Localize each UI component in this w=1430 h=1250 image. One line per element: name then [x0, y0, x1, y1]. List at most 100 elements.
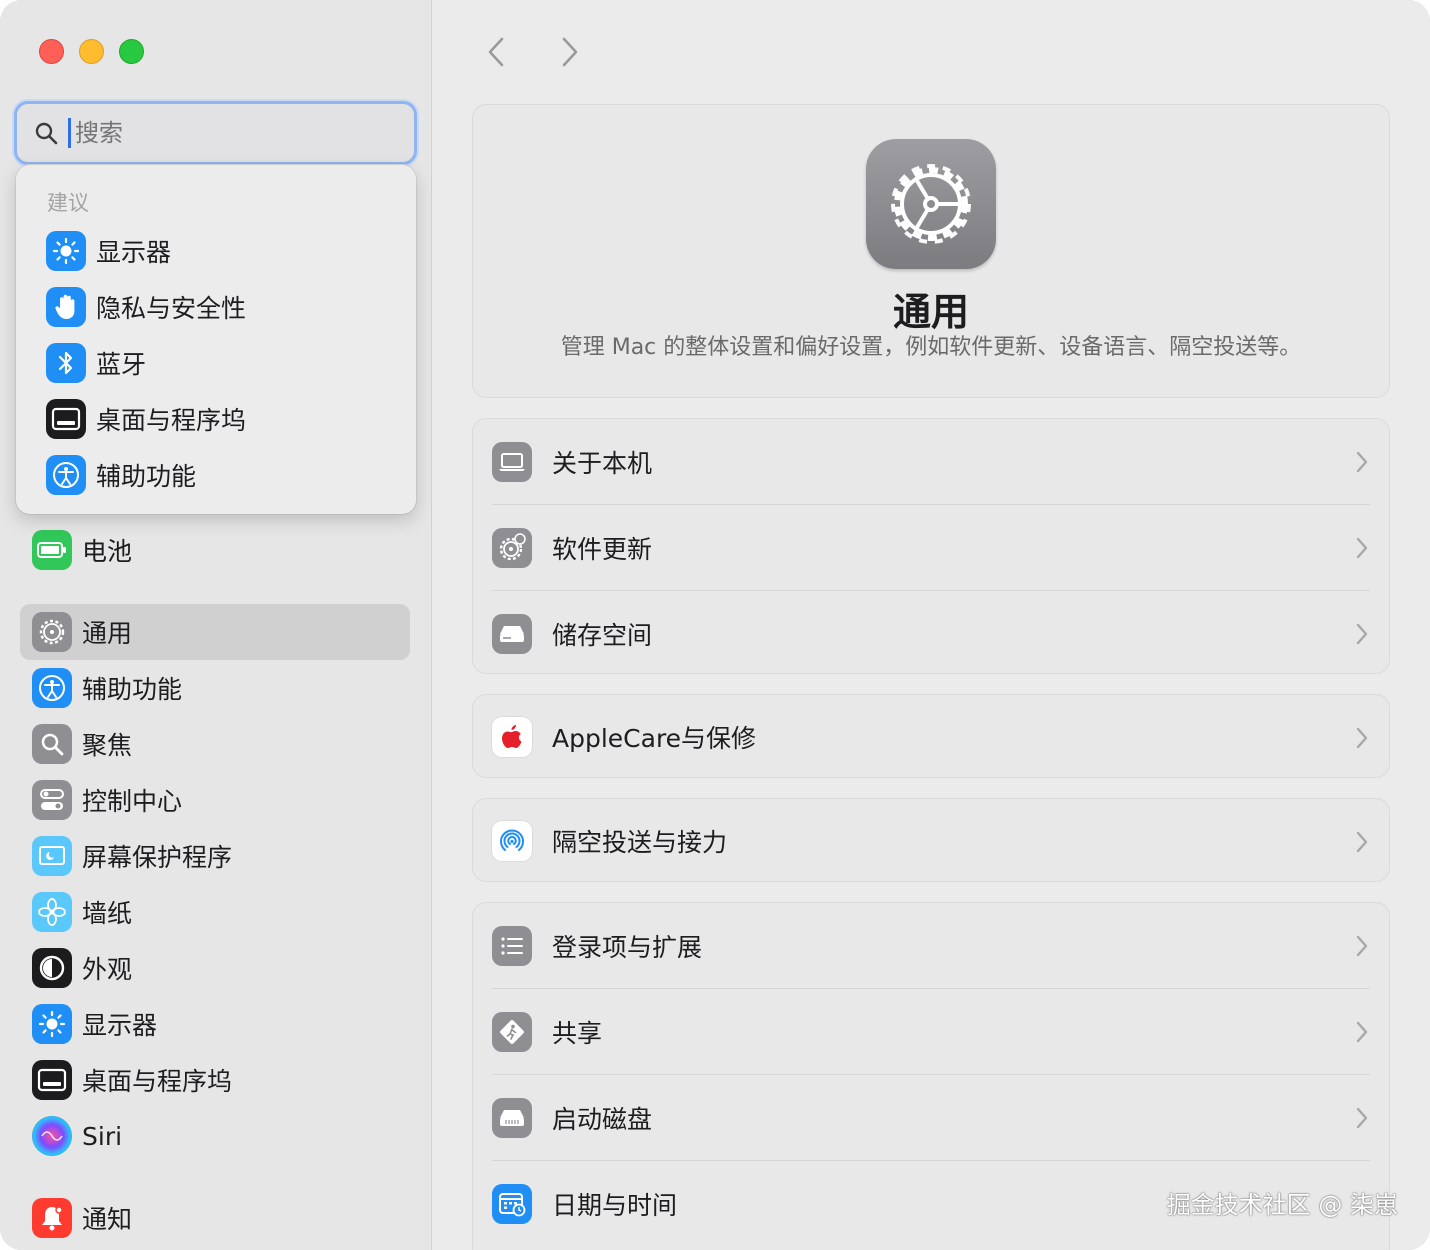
- sidebar-item-siri[interactable]: Siri: [32, 1112, 402, 1160]
- sidebar-item-wallpaper[interactable]: 墙纸: [32, 888, 402, 936]
- list-icon: [492, 926, 532, 966]
- minimize-button[interactable]: [79, 39, 104, 64]
- apple-icon: [492, 717, 532, 757]
- row-label: 软件更新: [552, 535, 653, 564]
- search-field[interactable]: [14, 101, 417, 165]
- suggestions-heading: 建议: [47, 191, 89, 215]
- suggestion-desktop-dock[interactable]: 桌面与程序坞: [46, 395, 246, 443]
- gear-icon: [32, 612, 72, 652]
- dock-icon: [46, 399, 86, 439]
- forward-button[interactable]: [550, 32, 590, 72]
- gear-badge-icon: [492, 528, 532, 568]
- sidebar-item-battery[interactable]: 电池: [32, 526, 402, 574]
- chevron-right-icon: [1356, 537, 1368, 559]
- main-content: 通用 管理 Mac 的整体设置和偏好设置，例如软件更新、设备语言、隔空投送等。 …: [432, 0, 1430, 1250]
- back-button[interactable]: [476, 32, 516, 72]
- settings-window: 电池 通用 辅助功能 聚焦 控制中心: [0, 0, 1430, 1250]
- row-login-items[interactable]: 登录项与扩展: [473, 903, 1389, 989]
- sidebar-item-control-center[interactable]: 控制中心: [32, 776, 402, 824]
- row-label: 储存空间: [552, 621, 653, 650]
- suggestion-label: 隐私与安全性: [96, 294, 247, 323]
- chevron-left-icon: [488, 37, 504, 67]
- search-suggestions: 建议 显示器 隐私与安全性 蓝牙 桌面与程序坞 辅助功能: [16, 165, 416, 514]
- sidebar: 电池 通用 辅助功能 聚焦 控制中心: [0, 0, 432, 1250]
- suggestion-privacy-security[interactable]: 隐私与安全性: [46, 283, 246, 331]
- sidebar-item-label: Siri: [82, 1121, 123, 1151]
- chevron-right-icon: [1356, 623, 1368, 645]
- sidebar-item-label: 显示器: [82, 1011, 158, 1040]
- drive-icon: [492, 614, 532, 654]
- search-icon: [32, 724, 72, 764]
- chevron-right-icon: [1356, 1107, 1368, 1129]
- general-header-card: 通用 管理 Mac 的整体设置和偏好设置，例如软件更新、设备语言、隔空投送等。: [472, 104, 1390, 398]
- sidebar-item-label: 外观: [82, 955, 133, 984]
- accessibility-icon: [46, 455, 86, 495]
- row-about-this-mac[interactable]: 关于本机: [473, 419, 1389, 505]
- sun-icon: [32, 1004, 72, 1044]
- row-label: 关于本机: [552, 449, 653, 478]
- dock-icon: [32, 1060, 72, 1100]
- battery-icon: [32, 530, 72, 570]
- hand-icon: [46, 287, 86, 327]
- flower-icon: [32, 892, 72, 932]
- row-startup-disk[interactable]: 启动磁盘: [473, 1075, 1389, 1161]
- suggestion-displays[interactable]: 显示器: [46, 227, 171, 275]
- zoom-button[interactable]: [119, 39, 144, 64]
- suggestion-accessibility[interactable]: 辅助功能: [46, 451, 196, 499]
- suggestion-label: 桌面与程序坞: [96, 406, 247, 435]
- sidebar-item-label: 通知: [82, 1205, 133, 1234]
- page-description: 管理 Mac 的整体设置和偏好设置，例如软件更新、设备语言、隔空投送等。: [560, 335, 1302, 360]
- sidebar-item-label: 电池: [82, 537, 133, 566]
- navigation-buttons: [476, 32, 590, 72]
- gear-icon: [866, 139, 996, 269]
- sidebar-item-accessibility[interactable]: 辅助功能: [32, 664, 402, 712]
- sidebar-item-appearance[interactable]: 外观: [32, 944, 402, 992]
- watermark: 掘金技术社区 @ 柒崽: [1166, 1191, 1398, 1219]
- sidebar-item-notifications[interactable]: 通知: [32, 1194, 402, 1242]
- laptop-icon: [492, 442, 532, 482]
- appearance-icon: [32, 948, 72, 988]
- row-software-update[interactable]: 软件更新: [473, 505, 1389, 591]
- chevron-right-icon: [1356, 727, 1368, 749]
- sidebar-item-label: 通用: [82, 619, 133, 648]
- chevron-right-icon: [1356, 831, 1368, 853]
- row-sharing[interactable]: 共享: [473, 989, 1389, 1075]
- settings-group-applecare: AppleCare与保修: [472, 694, 1390, 778]
- sidebar-item-label: 聚焦: [82, 731, 133, 760]
- suggestion-bluetooth[interactable]: 蓝牙: [46, 339, 146, 387]
- row-applecare-warranty[interactable]: AppleCare与保修: [473, 695, 1389, 777]
- sidebar-item-screensaver[interactable]: 屏幕保护程序: [32, 832, 402, 880]
- calendar-icon: [492, 1184, 532, 1224]
- chevron-right-icon: [1356, 451, 1368, 473]
- row-airdrop-handoff[interactable]: 隔空投送与接力: [473, 799, 1389, 881]
- close-button[interactable]: [39, 39, 64, 64]
- siri-icon: [32, 1116, 72, 1156]
- sidebar-item-spotlight[interactable]: 聚焦: [32, 720, 402, 768]
- screensaver-icon: [32, 836, 72, 876]
- row-label: 登录项与扩展: [552, 933, 703, 962]
- sidebar-item-general[interactable]: 通用: [32, 608, 402, 656]
- sidebar-item-displays[interactable]: 显示器: [32, 1000, 402, 1048]
- sun-icon: [46, 231, 86, 271]
- search-icon: [35, 122, 58, 145]
- toggles-icon: [32, 780, 72, 820]
- chevron-right-icon: [562, 37, 578, 67]
- window-controls: [39, 39, 144, 64]
- chevron-right-icon: [1356, 935, 1368, 957]
- page-title: 通用: [892, 290, 969, 334]
- sidebar-item-label: 墙纸: [82, 899, 133, 928]
- sidebar-item-label: 屏幕保护程序: [82, 843, 233, 872]
- airdrop-icon: [492, 821, 532, 861]
- bell-icon: [32, 1198, 72, 1238]
- row-label: 隔空投送与接力: [552, 828, 728, 857]
- settings-group-about: 关于本机 软件更新 储存空间: [472, 418, 1390, 674]
- suggestion-label: 辅助功能: [96, 462, 197, 491]
- row-label: 启动磁盘: [552, 1105, 653, 1134]
- disk-icon: [492, 1098, 532, 1138]
- row-storage[interactable]: 储存空间: [473, 591, 1389, 673]
- search-input[interactable]: [68, 118, 388, 148]
- chevron-right-icon: [1356, 1021, 1368, 1043]
- sidebar-item-desktop-dock[interactable]: 桌面与程序坞: [32, 1056, 402, 1104]
- suggestion-label: 蓝牙: [96, 350, 147, 379]
- accessibility-icon: [32, 668, 72, 708]
